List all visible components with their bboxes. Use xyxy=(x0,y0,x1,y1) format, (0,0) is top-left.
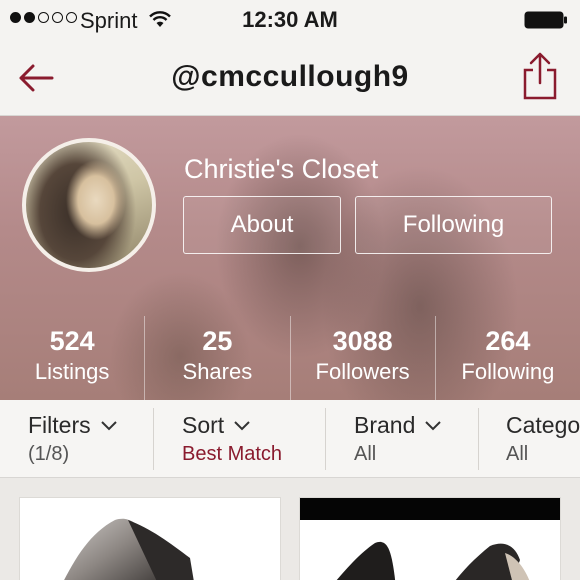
filter-title: Filters xyxy=(28,412,91,438)
divider xyxy=(153,408,154,470)
listing-card[interactable] xyxy=(299,497,561,580)
filter-value: Best Match xyxy=(182,443,283,465)
stat-listings[interactable]: 524 Listings xyxy=(0,316,146,400)
battery-icon xyxy=(524,11,567,29)
navigation-bar: @cmccullough9 xyxy=(0,40,580,116)
stat-value: 3088 xyxy=(332,326,393,356)
stat-label: Shares xyxy=(182,359,253,384)
listing-image xyxy=(64,518,194,580)
page-title: @cmccullough9 xyxy=(171,60,409,93)
stat-label: Listings xyxy=(34,359,110,384)
filter-bar: Filters (1/8) Sort Best Match Brand All … xyxy=(0,400,580,478)
category-dropdown[interactable]: Catego All xyxy=(506,412,580,466)
sort-dropdown[interactable]: Sort Best Match xyxy=(182,412,282,466)
stat-value: 524 xyxy=(49,326,95,356)
divider xyxy=(325,408,326,470)
following-button[interactable]: Following xyxy=(355,196,552,254)
share-icon[interactable] xyxy=(520,50,560,102)
stat-label: Following xyxy=(461,359,555,384)
about-button[interactable]: About xyxy=(183,196,341,254)
stat-value: 25 xyxy=(202,326,233,356)
chevron-down-icon xyxy=(425,420,442,430)
chevron-down-icon xyxy=(100,420,117,430)
profile-stats: 524 Listings 25 Shares 3088 Followers 26… xyxy=(0,316,580,400)
stat-shares[interactable]: 25 Shares xyxy=(145,316,291,400)
listing-card[interactable] xyxy=(19,497,281,580)
stat-followers[interactable]: 3088 Followers xyxy=(291,316,436,400)
filter-value: All xyxy=(506,443,529,465)
avatar[interactable] xyxy=(22,138,156,272)
filters-dropdown[interactable]: Filters (1/8) xyxy=(28,412,117,466)
chevron-down-icon xyxy=(234,420,250,430)
filter-value: (1/8) xyxy=(28,443,70,465)
listing-image-band xyxy=(300,498,560,520)
stat-value: 264 xyxy=(485,326,531,356)
stat-label: Followers xyxy=(315,359,410,384)
filter-title: Brand xyxy=(354,412,416,438)
divider xyxy=(478,408,479,470)
filter-title: Sort xyxy=(182,412,225,438)
listing-grid xyxy=(0,478,580,580)
status-clock: 12:30 AM xyxy=(242,7,338,32)
profile-header: Christie's Closet About Following 524 Li… xyxy=(0,116,580,400)
filter-title: Catego xyxy=(506,412,580,438)
stat-following[interactable]: 264 Following xyxy=(436,316,580,400)
closet-name: Christie's Closet xyxy=(184,154,379,184)
brand-dropdown[interactable]: Brand All xyxy=(354,412,442,466)
status-bar: Sprint 12:30 AM xyxy=(0,0,580,40)
filter-value: All xyxy=(354,443,377,465)
